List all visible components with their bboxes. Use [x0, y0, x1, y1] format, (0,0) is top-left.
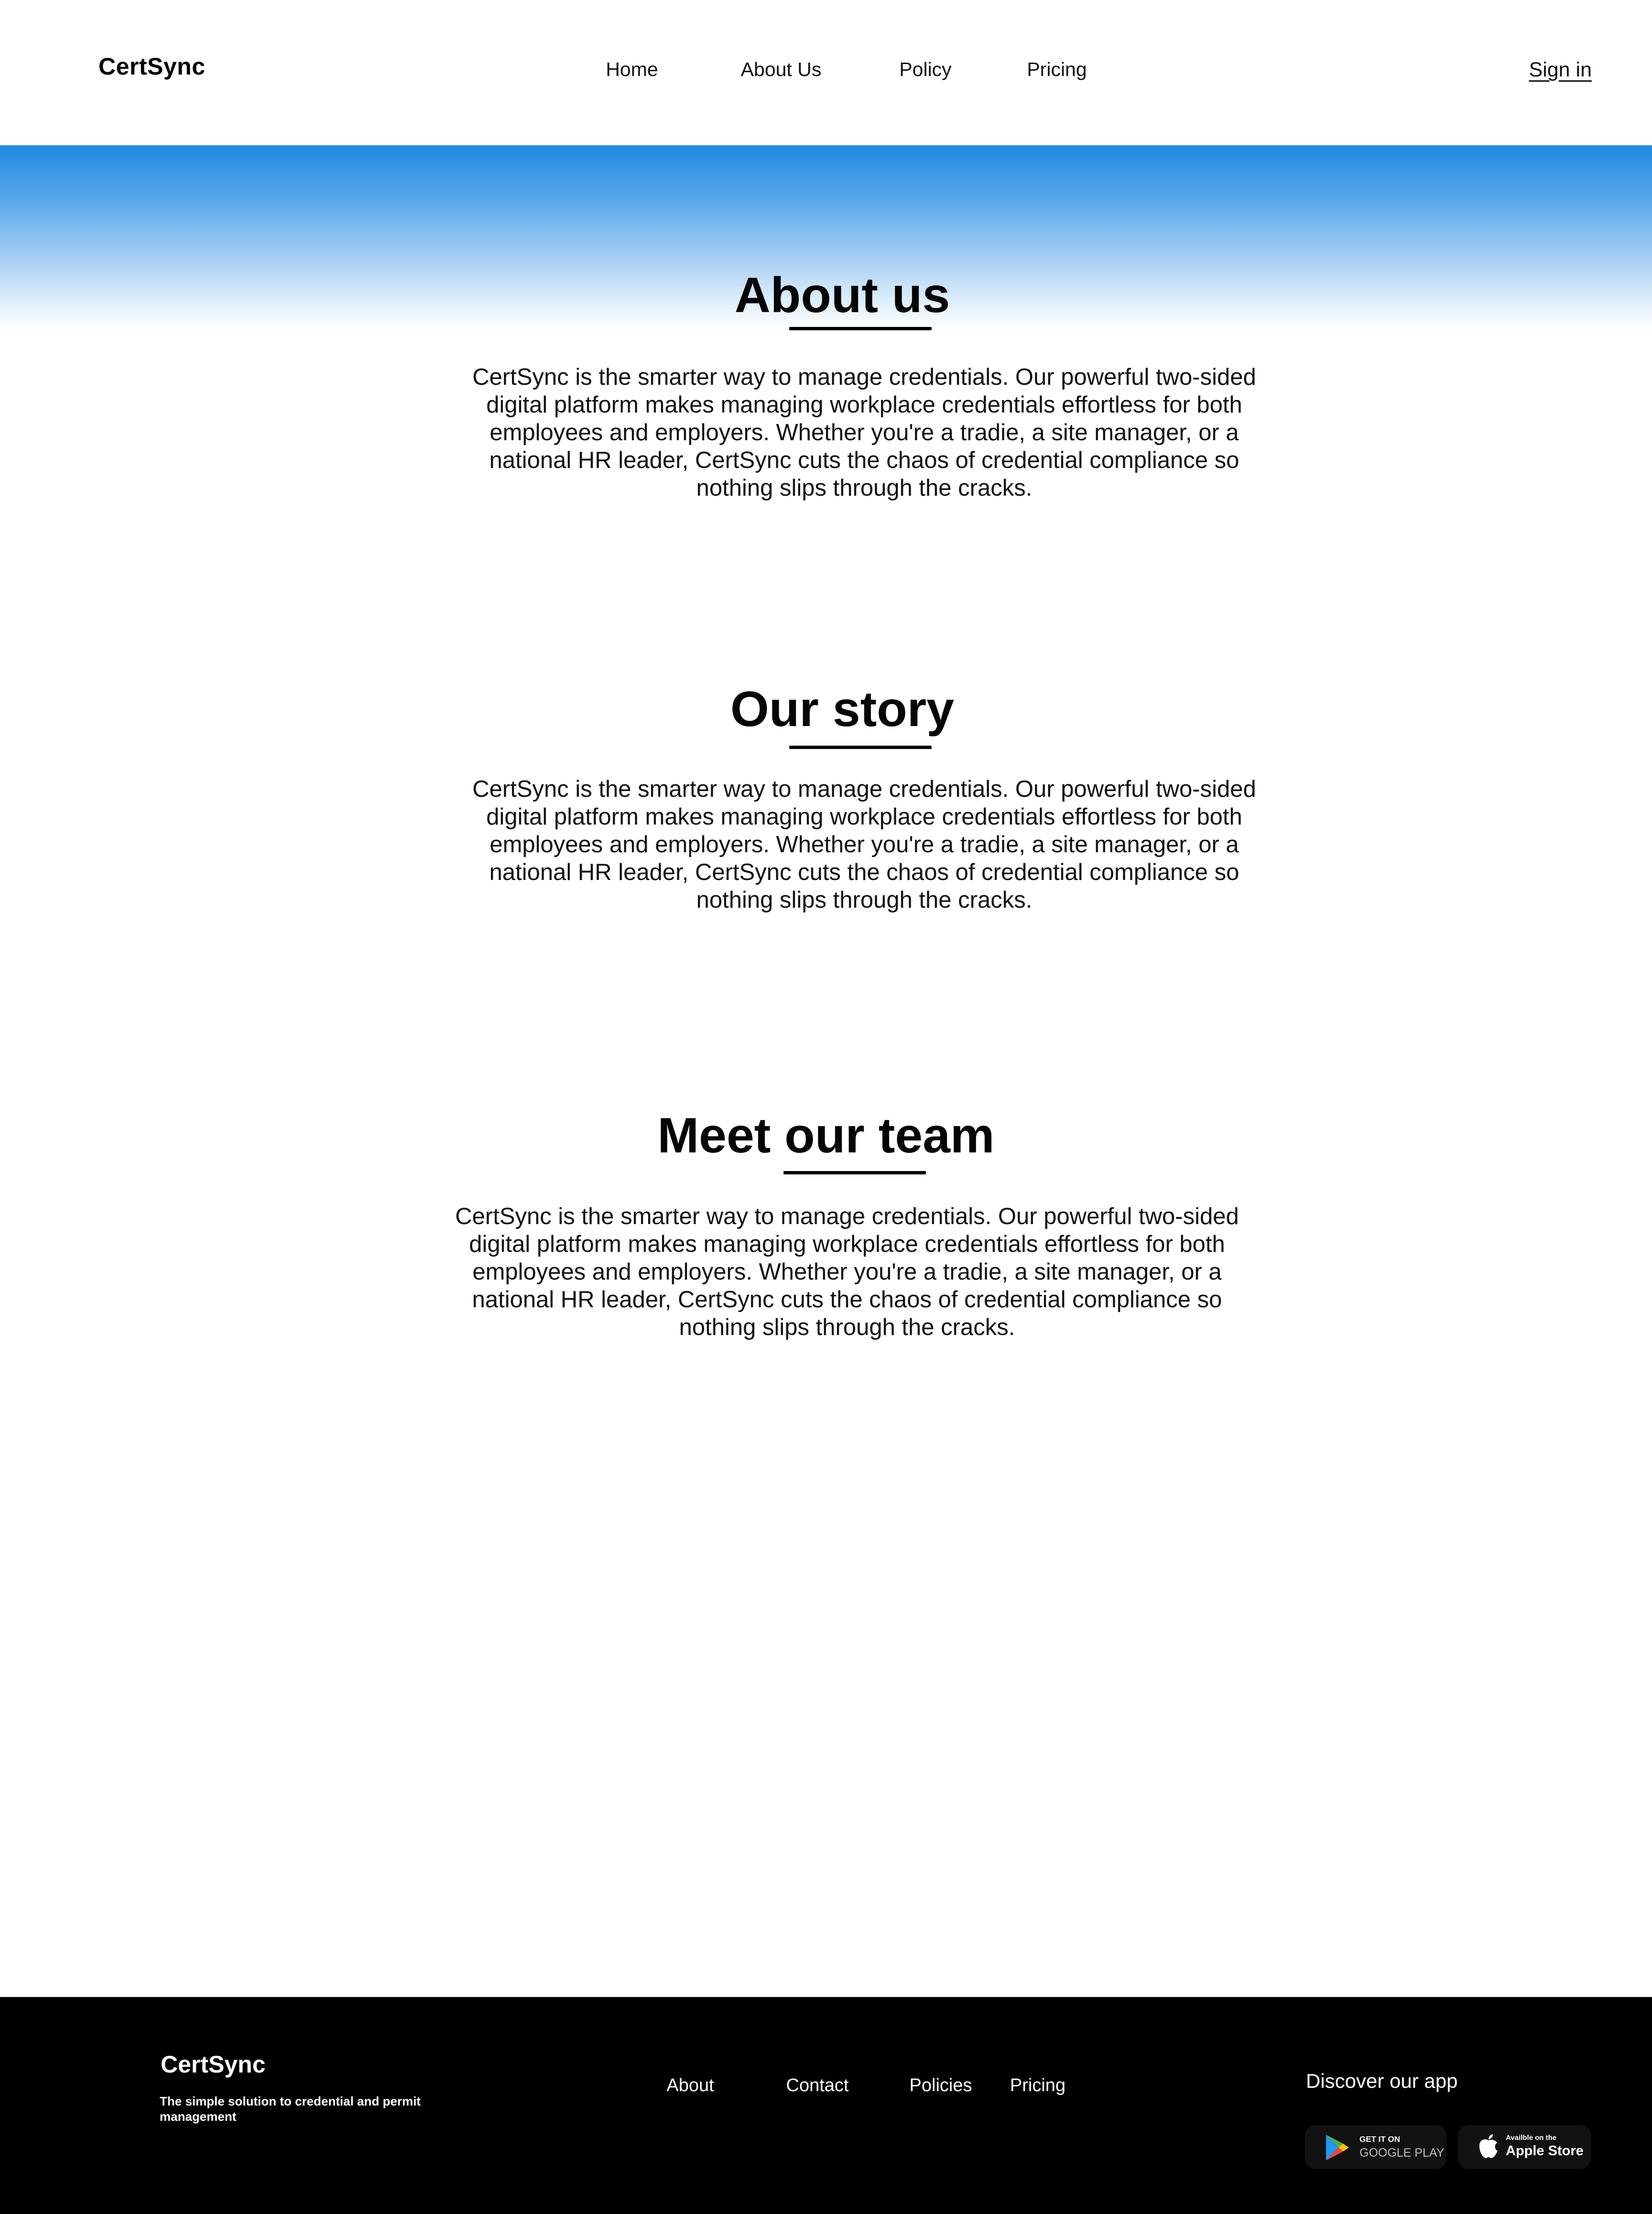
section-underline [783, 1171, 926, 1174]
footer-link-pricing[interactable]: Pricing [1010, 2075, 1065, 2096]
section-underline [789, 327, 932, 330]
nav-pricing[interactable]: Pricing [1027, 58, 1087, 81]
section-body-meet-our-team: CertSync is the smarter way to manage cr… [455, 1204, 1239, 1340]
section-body-about-us: CertSync is the smarter way to manage cr… [472, 364, 1256, 501]
section-title-about-us: About us [734, 268, 950, 323]
apple-store-badge[interactable]: Availble on the Apple Store [1458, 2125, 1591, 2169]
apple-store-badge-big-text: Apple Store [1506, 2143, 1584, 2159]
apple-store-badge-small-text: Availble on the [1506, 2134, 1557, 2142]
section-underline [789, 746, 932, 749]
footer-link-about[interactable]: About [666, 2075, 714, 2096]
sign-in-link[interactable]: Sign in [1529, 58, 1592, 82]
site-header: CertSync Home About Us Policy Pricing Si… [0, 0, 1652, 145]
footer-link-policies[interactable]: Policies [910, 2075, 972, 2096]
footer-logo[interactable]: CertSync [161, 2051, 266, 2078]
section-body-our-story: CertSync is the smarter way to manage cr… [472, 776, 1256, 913]
footer-tagline: The simple solution to credential and pe… [160, 2094, 421, 2124]
nav-home[interactable]: Home [606, 58, 658, 81]
google-play-badge-small-text: GET IT ON [1359, 2135, 1400, 2144]
google-play-badge-big-text: GOOGLE PLAY [1359, 2146, 1445, 2160]
nav-policy[interactable]: Policy [899, 58, 951, 81]
footer-discover-heading: Discover our app [1306, 2070, 1458, 2092]
section-title-meet-our-team: Meet our team [657, 1108, 995, 1163]
google-play-icon [1326, 2135, 1349, 2160]
logo[interactable]: CertSync [98, 53, 206, 80]
footer-link-contact[interactable]: Contact [786, 2075, 849, 2096]
nav-about-us[interactable]: About Us [741, 58, 822, 81]
apple-icon [1479, 2134, 1498, 2158]
google-play-badge[interactable]: GET IT ON GOOGLE PLAY [1305, 2125, 1446, 2169]
site-footer: CertSync The simple solution to credenti… [0, 1997, 1652, 2214]
section-title-our-story: Our story [730, 682, 955, 737]
